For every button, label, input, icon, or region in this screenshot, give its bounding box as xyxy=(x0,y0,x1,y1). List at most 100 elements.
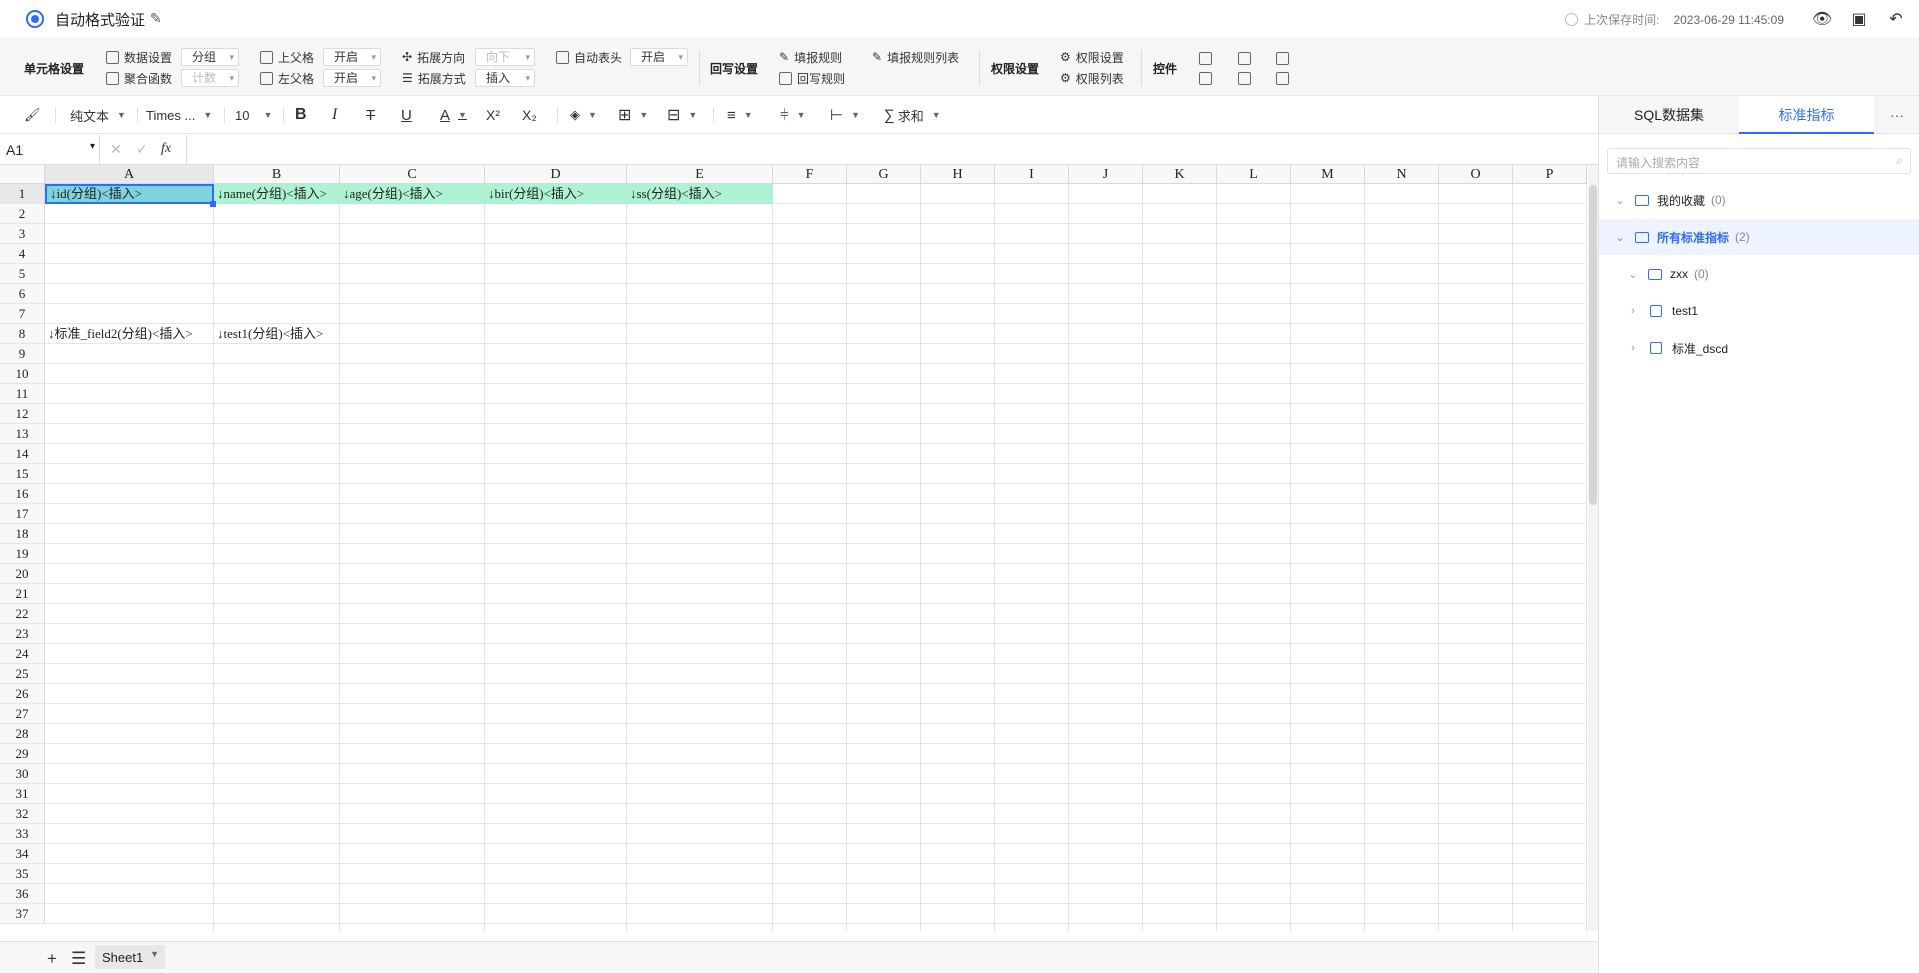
row-header[interactable]: 14 xyxy=(0,444,45,464)
row-header[interactable]: 26 xyxy=(0,684,45,704)
column-header[interactable]: P xyxy=(1513,165,1587,184)
more-options-icon[interactable]: ··· xyxy=(1874,96,1919,134)
control-radio-icon[interactable] xyxy=(1238,72,1251,85)
tree-node-favorites[interactable]: ⌄ 我的收藏 (0) xyxy=(1599,182,1919,218)
tree-node-test1[interactable]: › test1 xyxy=(1599,293,1919,329)
vertical-scroll-thumb[interactable] xyxy=(1589,185,1597,505)
cell[interactable]: ↓age(分组)<插入> xyxy=(340,184,485,204)
row-header[interactable]: 4 xyxy=(0,244,45,264)
chevron-down-icon[interactable]: ⌄ xyxy=(1613,231,1627,244)
preview-eye-icon[interactable]: 👁 xyxy=(1812,9,1832,29)
font-color-icon[interactable]: A ▼ xyxy=(440,105,467,125)
cell[interactable]: ↓标准_field2(分组)<插入> xyxy=(45,324,214,344)
row-header[interactable]: 7 xyxy=(0,304,45,324)
row-header[interactable]: 31 xyxy=(0,784,45,804)
column-header[interactable]: J xyxy=(1069,165,1143,184)
fill-rules-list-item[interactable]: ✎ 填报规则列表 xyxy=(872,48,959,66)
column-header[interactable]: I xyxy=(995,165,1069,184)
left-parent-select[interactable]: 开启 xyxy=(323,69,381,87)
sheet-list-icon[interactable]: ☰ xyxy=(71,949,86,969)
chevron-down-icon[interactable]: ▼ xyxy=(150,949,159,959)
superscript-icon[interactable]: X² xyxy=(486,105,500,125)
fill-color-icon[interactable]: ◈ ▼ xyxy=(570,105,597,125)
fx-icon[interactable]: fx xyxy=(161,141,171,157)
cell-reference-box[interactable]: A1 xyxy=(0,135,100,164)
number-format-select[interactable]: 纯文本 ▼ xyxy=(70,105,126,125)
row-header[interactable]: 3 xyxy=(0,224,45,244)
align-left-icon[interactable]: ≡ ▼ xyxy=(727,105,753,125)
row-header[interactable]: 20 xyxy=(0,564,45,584)
row-header[interactable]: 28 xyxy=(0,724,45,744)
row-header[interactable]: 11 xyxy=(0,384,45,404)
row-header[interactable]: 9 xyxy=(0,344,45,364)
row-header[interactable]: 6 xyxy=(0,284,45,304)
chevron-right-icon[interactable]: › xyxy=(1626,305,1640,317)
row-header[interactable]: 32 xyxy=(0,804,45,824)
row-header[interactable]: 30 xyxy=(0,764,45,784)
auto-header-select[interactable]: 开启 xyxy=(630,48,688,66)
permission-settings-item[interactable]: ⚙ 权限设置 xyxy=(1060,48,1124,66)
fill-handle[interactable] xyxy=(210,201,216,207)
format-painter-icon[interactable]: 🖌 xyxy=(24,105,41,125)
vertical-align-icon[interactable]: ⫩ ▼ xyxy=(780,105,806,125)
row-header[interactable]: 19 xyxy=(0,544,45,564)
underline-icon[interactable]: U xyxy=(401,105,412,125)
row-header[interactable]: 37 xyxy=(0,904,45,924)
font-family-select[interactable]: Times ... ▼ xyxy=(146,105,212,125)
column-header[interactable]: N xyxy=(1365,165,1439,184)
italic-icon[interactable]: I xyxy=(332,105,337,125)
column-header[interactable]: M xyxy=(1291,165,1365,184)
row-header[interactable]: 8 xyxy=(0,324,45,344)
row-header[interactable]: 16 xyxy=(0,484,45,504)
merge-cells-icon[interactable]: ⊟ ▼ xyxy=(667,105,697,125)
permission-list-item[interactable]: ⚙ 权限列表 xyxy=(1060,69,1124,87)
search-icon[interactable]: ⌕ xyxy=(1896,153,1903,168)
column-header[interactable]: F xyxy=(773,165,847,184)
column-header[interactable]: G xyxy=(847,165,921,184)
tree-node-zxx[interactable]: ⌄ zxx (0) xyxy=(1599,256,1919,292)
row-header[interactable]: 2 xyxy=(0,204,45,224)
row-header[interactable]: 29 xyxy=(0,744,45,764)
font-size-select[interactable]: 10 ▼ xyxy=(235,105,272,125)
expand-dir-select[interactable]: 向下 xyxy=(475,48,535,66)
column-header[interactable]: A xyxy=(45,165,214,184)
row-header[interactable]: 12 xyxy=(0,404,45,424)
row-header[interactable]: 21 xyxy=(0,584,45,604)
column-header[interactable]: H xyxy=(921,165,995,184)
sum-button[interactable]: ∑ 求和 ▼ xyxy=(884,105,941,125)
column-header[interactable]: B xyxy=(214,165,340,184)
column-header[interactable]: K xyxy=(1143,165,1217,184)
control-input-icon[interactable] xyxy=(1238,52,1251,65)
agg-func-select[interactable]: 计数 xyxy=(181,69,239,87)
sheet-tab-sheet1[interactable]: Sheet1 ▼ xyxy=(95,945,165,969)
row-header[interactable]: 22 xyxy=(0,604,45,624)
subscript-icon[interactable]: X₂ xyxy=(522,105,537,125)
row-header[interactable]: 15 xyxy=(0,464,45,484)
column-header[interactable]: D xyxy=(485,165,627,184)
cell[interactable]: ↓test1(分组)<插入> xyxy=(214,324,340,344)
row-header[interactable]: 23 xyxy=(0,624,45,644)
control-button-icon[interactable] xyxy=(1199,72,1212,85)
row-header[interactable]: 13 xyxy=(0,424,45,444)
column-header[interactable]: C xyxy=(340,165,485,184)
add-sheet-icon[interactable]: + xyxy=(47,949,57,969)
confirm-icon[interactable]: ✓ xyxy=(136,141,148,158)
tree-node-dscd[interactable]: › 标准_dscd xyxy=(1599,330,1919,366)
cancel-icon[interactable]: ✕ xyxy=(110,141,122,158)
row-header[interactable]: 35 xyxy=(0,864,45,884)
row-header[interactable]: 36 xyxy=(0,884,45,904)
row-header[interactable]: 5 xyxy=(0,264,45,284)
writeback-rules-item[interactable]: 回写规则 xyxy=(779,69,845,87)
row-header[interactable]: 25 xyxy=(0,664,45,684)
row-header[interactable]: 17 xyxy=(0,504,45,524)
data-settings-select[interactable]: 分组 xyxy=(181,48,239,66)
row-header[interactable]: 10 xyxy=(0,364,45,384)
row-header[interactable]: 24 xyxy=(0,644,45,664)
column-header[interactable]: L xyxy=(1217,165,1291,184)
strikethrough-icon[interactable]: T xyxy=(366,105,375,125)
upper-parent-select[interactable]: 开启 xyxy=(323,48,381,66)
select-all-corner[interactable] xyxy=(0,165,45,184)
row-header[interactable]: 18 xyxy=(0,524,45,544)
row-header[interactable]: 27 xyxy=(0,704,45,724)
spreadsheet-grid[interactable]: A B C D E F G H I J K L M N O P 1 2 3 4 5 6 7 8 9 10 11 12 13 14 15 16 1… xyxy=(0,165,1598,931)
